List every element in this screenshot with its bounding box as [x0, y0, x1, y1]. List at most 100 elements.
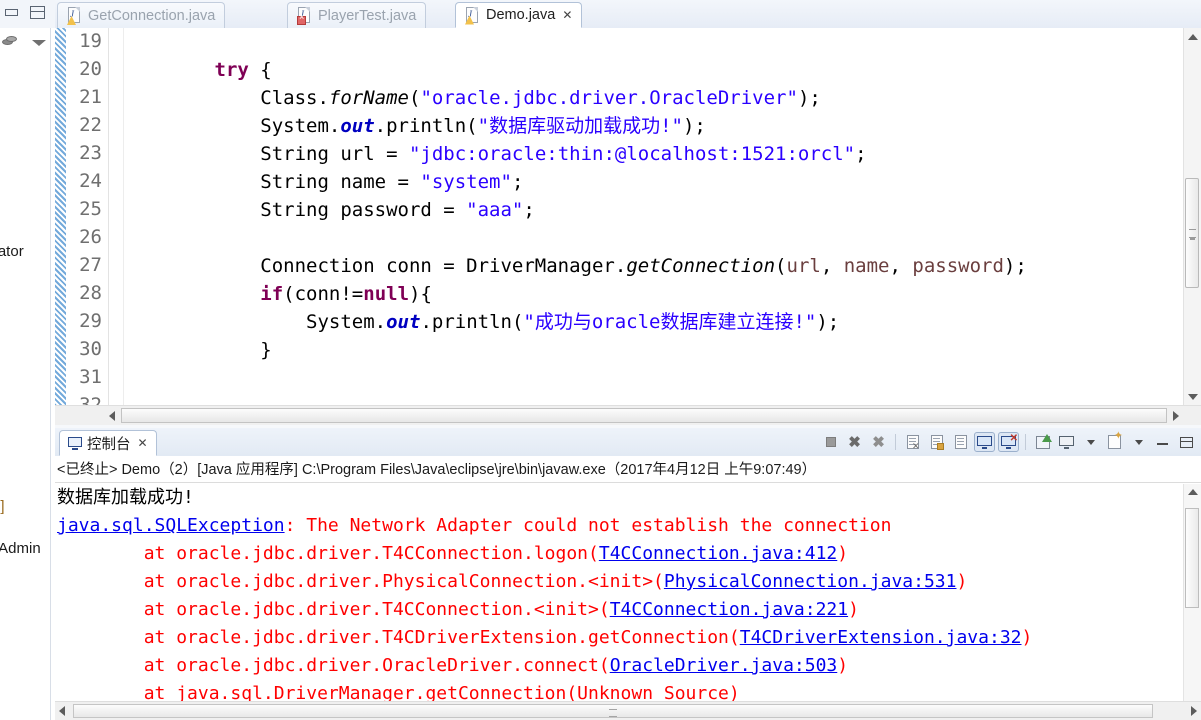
scrollbar-thumb[interactable]: [1185, 178, 1199, 288]
editor-tab-label: Demo.java: [486, 7, 556, 23]
console-line[interactable]: at oracle.jdbc.driver.T4CConnection.logo…: [57, 540, 1185, 568]
scroll-up-icon[interactable]: [1188, 489, 1198, 495]
double-x-mark-icon: ✖: [872, 433, 885, 451]
code-token: "数据库驱动加载成功!": [477, 115, 683, 137]
console-tab-label: 控制台: [87, 436, 131, 453]
view-menu-caret-icon[interactable]: [32, 40, 46, 46]
code-line[interactable]: String url = "jdbc:oracle:thin:@localhos…: [123, 140, 866, 168]
code-token: getConnection: [626, 255, 776, 277]
close-icon[interactable]: ✕: [138, 437, 148, 449]
line-number: 19: [79, 30, 102, 52]
code-token: );: [1003, 255, 1027, 277]
maximize-view-button[interactable]: [1176, 432, 1197, 452]
stacktrace-link[interactable]: T4CConnection.java:221: [610, 599, 848, 620]
stacktrace-link[interactable]: PhysicalConnection.java:531: [664, 571, 957, 592]
code-line[interactable]: [123, 392, 134, 406]
left-panel-titlebar: [0, 0, 55, 29]
display-selected-console-button[interactable]: [1056, 432, 1077, 452]
code-line[interactable]: System.out.println("成功与oracle数据库建立连接!");: [123, 308, 839, 336]
console-output-text[interactable]: 数据库加载成功! java.sql.SQLException: The Netwo…: [57, 484, 1185, 708]
scroll-lock-button[interactable]: [926, 432, 947, 452]
editor-tab-getconnection[interactable]: J GetConnection.java: [57, 2, 226, 28]
stacktrace-link[interactable]: java.sql.SQLException: [57, 515, 285, 536]
show-console-on-output-button[interactable]: [974, 432, 995, 452]
line-number: 23: [79, 142, 102, 164]
scroll-up-icon[interactable]: [1188, 34, 1198, 40]
console-line[interactable]: 数据库加载成功!: [57, 484, 1185, 512]
clear-console-button[interactable]: ✕: [902, 432, 923, 452]
open-console-menu[interactable]: [1128, 432, 1149, 452]
code-token: .println(: [420, 311, 524, 333]
scroll-left-icon[interactable]: [109, 411, 115, 421]
java-file-error-icon: J: [297, 7, 312, 25]
code-line[interactable]: }: [123, 336, 271, 364]
line-number-gutter: 1920212223242526272829303132: [66, 28, 109, 416]
scroll-right-icon[interactable]: [1191, 706, 1197, 716]
code-token: String password =: [123, 199, 467, 221]
toolbar-separator: [1025, 434, 1026, 450]
left-clipped-panel: cuator 3] \Admin: [0, 0, 55, 720]
code-token: "jdbc:oracle:thin:@localhost:1521:orcl": [408, 143, 856, 165]
console-line[interactable]: java.sql.SQLException: The Network Adapt…: [57, 512, 1185, 540]
minimize-view-button[interactable]: [1152, 432, 1173, 452]
console-line[interactable]: at oracle.jdbc.driver.OracleDriver.conne…: [57, 652, 1185, 680]
console-vertical-scrollbar[interactable]: [1183, 484, 1201, 720]
eclipse-window: cuator 3] \Admin J GetConnection.java J …: [0, 0, 1201, 720]
editor-tabbar: J GetConnection.java J PlayerTest.java J…: [55, 0, 1201, 29]
scrollbar-thumb[interactable]: [1185, 508, 1199, 608]
stacktrace-link[interactable]: T4CConnection.java:412: [599, 543, 837, 564]
console-line[interactable]: at oracle.jdbc.driver.T4CConnection.<ini…: [57, 596, 1185, 624]
scrollbar-thumb[interactable]: [121, 408, 1167, 423]
stacktrace-link[interactable]: T4CDriverExtension.java:32: [740, 627, 1022, 648]
code-editor[interactable]: 1920212223242526272829303132 try { Class…: [55, 28, 1201, 425]
console-line[interactable]: at oracle.jdbc.driver.PhysicalConnection…: [57, 568, 1185, 596]
scroll-down-icon[interactable]: [1188, 394, 1198, 400]
maximize-icon[interactable]: [30, 6, 45, 19]
maximize-icon: [1180, 436, 1193, 448]
scroll-right-icon[interactable]: [1173, 411, 1179, 421]
console-horizontal-scrollbar[interactable]: [55, 701, 1201, 720]
display-selected-console-menu[interactable]: [1080, 432, 1101, 452]
code-line[interactable]: System.out.println("数据库驱动加载成功!");: [123, 112, 706, 140]
editor-tab-label: GetConnection.java: [88, 7, 216, 24]
code-line[interactable]: String password = "aaa";: [123, 196, 535, 224]
scrollbar-thumb[interactable]: [73, 704, 1153, 718]
code-token: {: [248, 59, 272, 81]
code-line[interactable]: Class.forName("oracle.jdbc.driver.Oracle…: [123, 84, 821, 112]
console-view: 控制台 ✕ ✖ ✖ ✕ ✕ ✦ <已终止> Demo（2）[Java 应用程序]…: [55, 428, 1201, 720]
pin-console-button[interactable]: [1032, 432, 1053, 452]
code-line[interactable]: String name = "system";: [123, 168, 523, 196]
code-line[interactable]: if(conn!=null){: [123, 280, 432, 308]
word-wrap-button[interactable]: [950, 432, 971, 452]
editor-horizontal-scrollbar[interactable]: [55, 405, 1201, 425]
x-mark-icon: ✖: [848, 433, 861, 451]
code-token: "成功与oracle数据库建立连接!": [523, 311, 817, 333]
line-number: 30: [79, 338, 102, 360]
console-text: ): [848, 599, 859, 620]
code-line[interactable]: [123, 224, 134, 252]
terminate-button[interactable]: [820, 432, 841, 452]
console-text: at oracle.jdbc.driver.T4CConnection.<ini…: [57, 599, 610, 620]
minimize-icon[interactable]: [5, 9, 18, 16]
close-icon[interactable]: ✕: [562, 9, 572, 21]
console-line[interactable]: at oracle.jdbc.driver.T4CDriverExtension…: [57, 624, 1185, 652]
code-text[interactable]: try { Class.forName("oracle.jdbc.driver.…: [123, 28, 1183, 406]
remove-launch-button[interactable]: ✖: [844, 432, 865, 452]
stacktrace-link[interactable]: OracleDriver.java:503: [610, 655, 838, 676]
code-line[interactable]: [123, 364, 134, 392]
show-console-on-error-button[interactable]: ✕: [998, 432, 1019, 452]
open-console-button[interactable]: ✦: [1104, 431, 1125, 452]
folding-column[interactable]: [109, 28, 124, 406]
console-output-area[interactable]: <已终止> Demo（2）[Java 应用程序] C:\Program File…: [55, 456, 1201, 720]
tab-console[interactable]: 控制台 ✕: [59, 430, 157, 456]
code-line[interactable]: Connection conn = DriverManager.getConne…: [123, 252, 1027, 280]
code-line[interactable]: try {: [123, 56, 272, 84]
editor-tab-playertest[interactable]: J PlayerTest.java: [287, 2, 427, 28]
editor-vertical-scrollbar[interactable]: [1183, 28, 1201, 406]
code-token: if: [260, 283, 284, 305]
remove-all-terminated-button[interactable]: ✖: [868, 432, 889, 452]
editor-tab-demo[interactable]: J Demo.java ✕: [455, 2, 583, 28]
scroll-left-icon[interactable]: [59, 706, 65, 716]
code-line[interactable]: [123, 28, 134, 56]
